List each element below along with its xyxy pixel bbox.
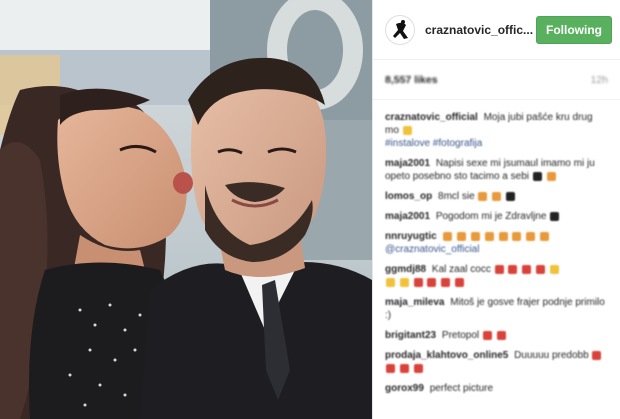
likes-count[interactable]: 8,557 likes bbox=[385, 74, 438, 86]
following-button[interactable]: Following bbox=[536, 15, 612, 44]
post-username[interactable]: craznatovic_offic... bbox=[425, 23, 536, 37]
comment-item: brigitant23 Pretopol bbox=[385, 329, 608, 342]
heart-emoji-icon bbox=[413, 363, 423, 373]
heart-emoji-icon bbox=[386, 363, 395, 373]
comment-user[interactable]: gorox99 bbox=[385, 383, 424, 394]
post-photo bbox=[0, 0, 372, 419]
comment-text: perfect picture bbox=[429, 383, 494, 394]
post-timestamp: 12h bbox=[590, 73, 608, 86]
heart-emoji-icon bbox=[496, 330, 506, 340]
heart-emoji-icon bbox=[482, 330, 492, 340]
emoji-icon bbox=[539, 231, 549, 241]
emoji-icon bbox=[492, 191, 502, 201]
comment-mention[interactable]: @craznatovic_official bbox=[385, 244, 479, 255]
comment-user[interactable]: maja2001 bbox=[385, 158, 430, 169]
emoji-icon bbox=[478, 191, 488, 201]
emoji-icon bbox=[454, 277, 464, 287]
heart-emoji-icon bbox=[522, 264, 532, 274]
emoji-icon bbox=[484, 231, 494, 241]
comment-item: maja2001 Napisi sexe mi jsumaul imamo mi… bbox=[385, 157, 608, 183]
comment-item: maja2001 Pogodom mi je Zdravljne bbox=[385, 210, 608, 223]
post-header: craznatovic_offic... Following bbox=[373, 0, 620, 60]
emoji-icon bbox=[549, 264, 559, 274]
emoji-icon bbox=[498, 231, 508, 241]
heart-emoji-icon bbox=[532, 171, 542, 181]
emoji-icon bbox=[427, 277, 437, 287]
emoji-icon bbox=[399, 277, 409, 287]
emoji-icon bbox=[471, 231, 481, 241]
avatar[interactable] bbox=[385, 14, 415, 45]
comment-item: lomos_op 8mcl sie bbox=[385, 190, 608, 203]
emoji-icon bbox=[386, 277, 395, 287]
comments-list: craznatovic_official Moja jubi pašće kru… bbox=[373, 100, 620, 395]
emoji-icon bbox=[526, 231, 536, 241]
comment-item: prodaja_klahtovo_online5 Duuuuu predobb bbox=[385, 349, 608, 375]
heart-emoji-icon bbox=[508, 264, 518, 274]
comment-hashtags[interactable]: #instalove #fotografija bbox=[385, 138, 482, 149]
comment-item: maja_mileva Mitoš je gosve frajer podnje… bbox=[385, 296, 608, 322]
likes-row: 8,557 likes 12h bbox=[373, 60, 620, 100]
dancer-logo-icon bbox=[387, 16, 414, 44]
emoji-icon bbox=[457, 231, 467, 241]
heart-emoji-icon bbox=[550, 211, 560, 221]
heart-emoji-icon bbox=[535, 264, 545, 274]
comment-item: gorox99 perfect picture bbox=[385, 382, 608, 395]
comment-text: Kal zaal cocc bbox=[431, 264, 491, 275]
comment-item: craznatovic_official Moja jubi pašće kru… bbox=[385, 111, 608, 150]
comment-user[interactable]: prodaja_klahtovo_online5 bbox=[385, 350, 508, 361]
comment-user[interactable]: lomos_op bbox=[385, 191, 432, 202]
heart-emoji-icon bbox=[494, 264, 504, 274]
emoji-icon bbox=[441, 277, 451, 287]
comment-user[interactable]: craznatovic_official bbox=[385, 112, 478, 123]
comment-user[interactable]: maja_mileva bbox=[385, 297, 445, 308]
emoji-icon bbox=[443, 231, 453, 241]
comment-text: Pogodom mi je Zdravljne bbox=[435, 211, 547, 222]
comment-user[interactable]: maja2001 bbox=[385, 211, 430, 222]
post-sidebar: craznatovic_offic... Following 8,557 lik… bbox=[372, 0, 620, 419]
heart-emoji-icon bbox=[399, 363, 409, 373]
emoji-icon bbox=[402, 125, 412, 135]
comment-text: Duuuuu predobb bbox=[514, 350, 589, 361]
comment-text: 8mcl sie bbox=[438, 191, 475, 202]
comment-user[interactable]: ggmdj88 bbox=[385, 264, 426, 275]
comment-user[interactable]: brigitant23 bbox=[385, 330, 436, 341]
emoji-icon bbox=[546, 171, 556, 181]
emoji-icon bbox=[512, 231, 522, 241]
comment-user[interactable]: nnruyugtic bbox=[385, 231, 437, 242]
emoji-icon bbox=[413, 277, 423, 287]
comment-text: Pretopol bbox=[441, 330, 480, 341]
comment-item: nnruyugtic @craznatovic_official bbox=[385, 230, 608, 256]
heart-emoji-icon bbox=[592, 350, 602, 360]
selfie-illustration bbox=[0, 0, 372, 419]
heart-emoji-icon bbox=[506, 191, 516, 201]
comment-item: ggmdj88 Kal zaal cocc bbox=[385, 263, 608, 289]
